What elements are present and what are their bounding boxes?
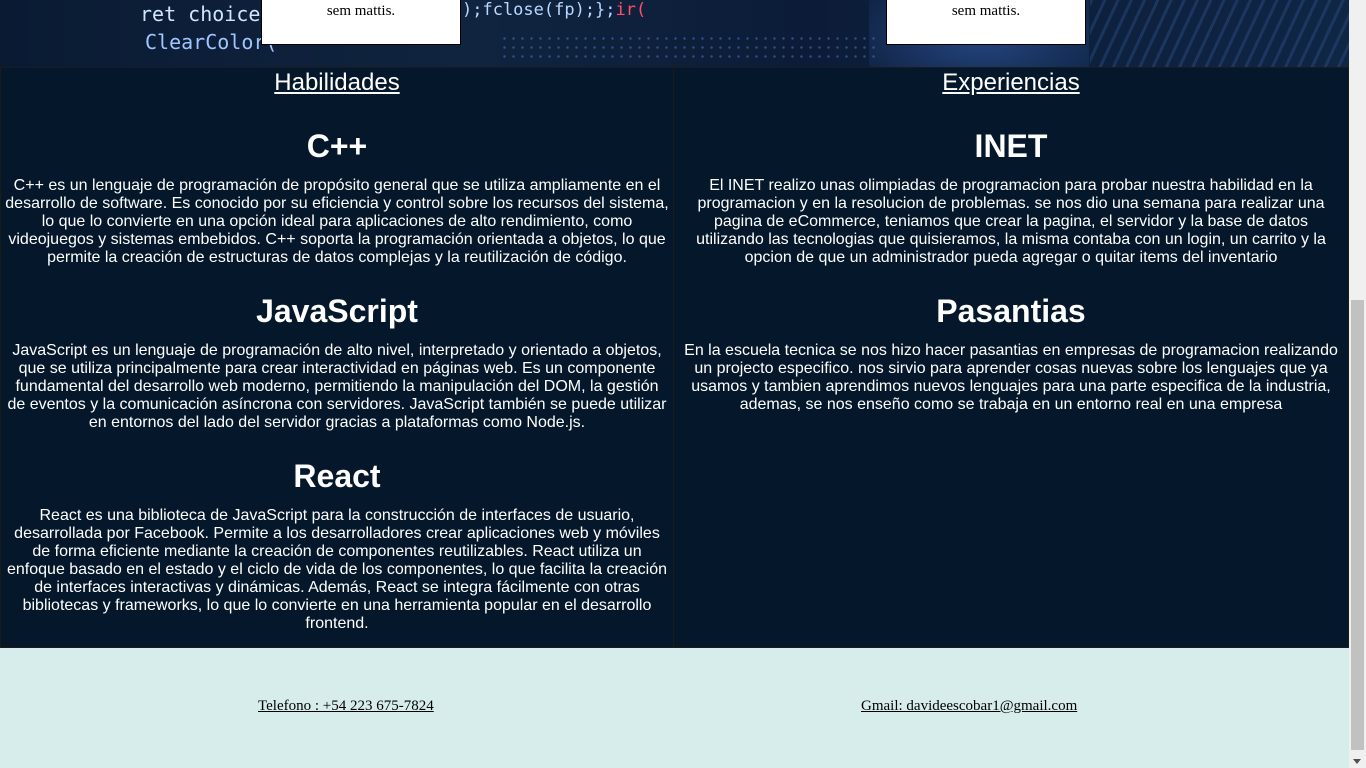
experience-description: En la escuela tecnica se nos hizo hacer … bbox=[684, 342, 1338, 413]
scroll-down-arrow-icon[interactable] bbox=[1353, 759, 1361, 764]
hero-card-left: sem mattis. bbox=[261, 0, 461, 45]
hero-code-line: );fclose(fp);};ir( bbox=[462, 0, 646, 20]
experience-description: El INET realizo unas olimpiadas de progr… bbox=[696, 177, 1326, 266]
skill-item: C++ C++ es un lenguaje de programación d… bbox=[5, 128, 669, 267]
skills-column: Habilidades C++ C++ es un lenguaje de pr… bbox=[0, 67, 674, 648]
portfolio-page: ret choice;c ClearColor( );fclose(fp);};… bbox=[0, 0, 1366, 768]
hero-stripes bbox=[1090, 0, 1349, 67]
experience-title: Experiencias bbox=[942, 69, 1080, 96]
experience-item: INET El INET realizo unas olimpiadas de … bbox=[678, 128, 1344, 267]
skill-heading: JavaScript bbox=[256, 293, 418, 329]
experience-heading: Pasantias bbox=[936, 293, 1086, 329]
skill-description: JavaScript es un lenguaje de programació… bbox=[7, 342, 667, 431]
scrollbar-thumb[interactable] bbox=[1351, 300, 1364, 750]
experience-item: Pasantias En la escuela tecnica se nos h… bbox=[678, 293, 1344, 414]
hero-card-text: sem mattis. bbox=[951, 3, 1021, 19]
hero-card-text: sem mattis. bbox=[326, 3, 396, 19]
main-content: Habilidades C++ C++ es un lenguaje de pr… bbox=[0, 67, 1349, 648]
experience-column: Experiencias INET El INET realizo unas o… bbox=[674, 67, 1349, 648]
skill-description: C++ es un lenguaje de programación de pr… bbox=[5, 177, 669, 266]
skills-title: Habilidades bbox=[274, 69, 400, 96]
phone-link[interactable]: Telefono : +54 223 675-7824 bbox=[258, 698, 434, 715]
skill-heading: C++ bbox=[306, 128, 368, 164]
hero-code-line: ClearColor( bbox=[145, 30, 278, 54]
skill-heading: React bbox=[293, 458, 381, 494]
hero-code-text-red: ir( bbox=[615, 0, 647, 20]
skill-item: React React es una biblioteca de JavaScr… bbox=[5, 458, 669, 633]
skill-description: React es una biblioteca de JavaScript pa… bbox=[7, 507, 667, 632]
experience-heading: INET bbox=[974, 128, 1048, 164]
hero-dot-pattern bbox=[500, 34, 880, 64]
email-link[interactable]: Gmail: davideescobar1@gmail.com bbox=[861, 698, 1077, 715]
page-scrollbar[interactable] bbox=[1349, 0, 1366, 768]
hero-card-right: sem mattis. bbox=[886, 0, 1086, 45]
hero-banner: ret choice;c ClearColor( );fclose(fp);};… bbox=[0, 0, 1349, 67]
footer: Telefono : +54 223 675-7824 Gmail: david… bbox=[0, 648, 1349, 768]
hero-code-text: );fclose(fp);}; bbox=[462, 0, 616, 20]
skill-item: JavaScript JavaScript es un lenguaje de … bbox=[5, 293, 669, 432]
